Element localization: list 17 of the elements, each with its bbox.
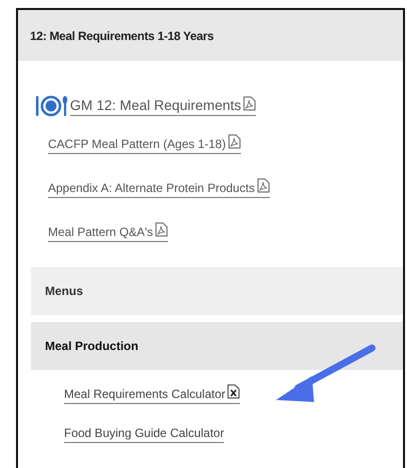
document-link[interactable]: Meal Requirements Calculator [64, 384, 240, 404]
section-header[interactable]: Meal Production [31, 322, 403, 370]
panel-title: 12: Meal Requirements 1-18 Years [30, 28, 214, 44]
section-header[interactable]: Menus [31, 267, 403, 315]
pdf-file-icon [155, 222, 168, 237]
document-link[interactable]: Food Buying Guide Calculator [64, 426, 224, 443]
section-title: Meal Production [45, 338, 138, 355]
section-title: Menus [45, 283, 84, 300]
document-link[interactable]: Appendix A: Alternate Protein Products [48, 178, 270, 198]
spreadsheet-file-icon [227, 384, 240, 399]
pdf-file-icon [228, 134, 241, 149]
pdf-file-icon [243, 96, 256, 111]
document-link[interactable]: Meal Pattern Q&A's [48, 222, 168, 242]
plate-cutlery-icon [35, 94, 68, 118]
pdf-file-icon [256, 178, 270, 193]
document-link[interactable]: GM 12: Meal Requirements [70, 96, 256, 116]
document-link[interactable]: CACFP Meal Pattern (Ages 1-18) [48, 134, 241, 154]
